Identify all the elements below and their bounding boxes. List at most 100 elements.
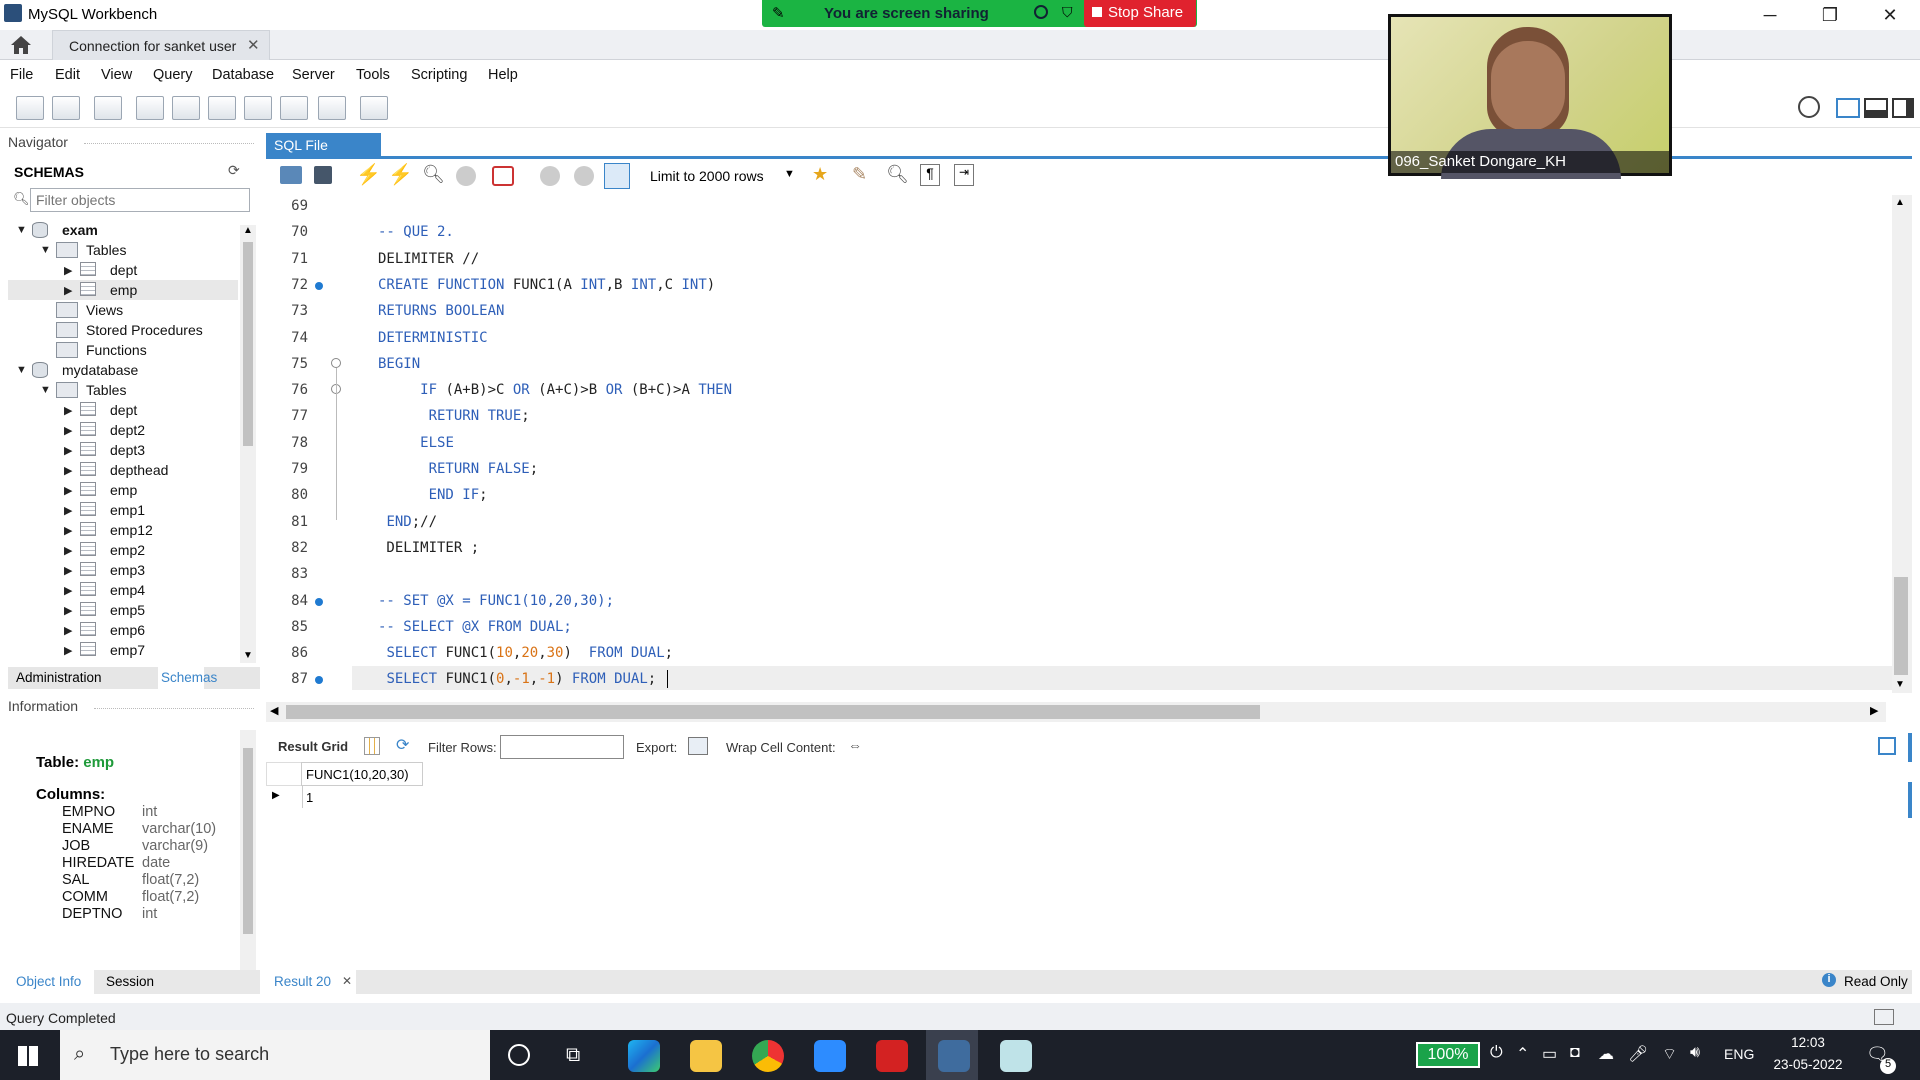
tree-item[interactable]: ▶ emp12 [8,520,238,540]
beautify-icon[interactable]: ✎ [852,164,867,185]
tree-item[interactable]: ▶ dept [8,400,238,420]
code-line[interactable]: END IF; [378,487,488,503]
close-icon[interactable]: ✕ [342,974,352,988]
statement-marker-icon[interactable] [315,597,323,606]
start-icon[interactable] [18,1046,38,1066]
scroll-up-icon[interactable]: ▲ [1895,197,1905,208]
close-button[interactable]: ✕ [1860,0,1920,30]
reconnect-icon[interactable] [360,96,388,120]
invisible-chars-icon[interactable]: ¶ [920,164,940,186]
tree-item[interactable]: ▶ dept2 [8,420,238,440]
camera-icon[interactable]: ◘ [1570,1044,1580,1062]
tree-item[interactable]: ▶ emp5 [8,600,238,620]
menu-server[interactable]: Server [292,67,335,83]
dropdown-arrow-icon[interactable]: ▼ [784,168,795,180]
restore-button[interactable]: ❐ [1800,0,1860,30]
result-cell[interactable]: 1 [302,788,423,808]
open-file-icon[interactable] [280,166,302,184]
code-line[interactable]: DETERMINISTIC [378,330,488,346]
expand-down-icon[interactable]: ▼ [16,224,27,236]
menu-help[interactable]: Help [488,67,518,83]
toggle-secondary-sidebar-icon[interactable] [1892,98,1914,118]
stop-query-icon[interactable] [456,166,476,186]
acrobat-icon[interactable] [876,1040,908,1072]
video-tile[interactable]: 096_Sanket Dongare_KH [1388,14,1672,179]
scroll-right-icon[interactable]: ▶ [1870,704,1878,717]
tree-item[interactable]: ▶ emp2 [8,540,238,560]
tree-item[interactable]: ▶ emp [8,480,238,500]
save-icon[interactable] [314,166,332,184]
wifi-icon[interactable]: ⌔ [1662,1044,1677,1064]
expand-right-icon[interactable]: ▶ [64,464,72,477]
tree-item[interactable]: Stored Procedures [8,320,238,340]
tree-item[interactable]: Views [8,300,238,320]
tree-item[interactable]: ▶ emp3 [8,560,238,580]
output-toggle-icon[interactable] [1874,1009,1894,1025]
edge-icon[interactable] [628,1040,660,1072]
menu-query[interactable]: Query [153,67,193,83]
grid-icon[interactable] [364,737,380,755]
task-view-icon[interactable]: ⧉ [566,1044,580,1067]
expand-down-icon[interactable]: ▼ [16,364,27,376]
editor-vertical-scrollbar[interactable]: ▲ ▼ [1892,195,1912,693]
refresh-icon[interactable]: ⟳ [228,162,240,179]
result-grid-label[interactable]: Result Grid [278,739,348,754]
create-view-icon[interactable] [208,96,236,120]
code-line[interactable]: BEGIN [378,356,420,372]
code-line[interactable]: ELSE [378,435,454,451]
inspector-icon[interactable] [94,96,122,120]
battery-percent[interactable]: 100% [1416,1042,1480,1068]
wrap-lines-icon[interactable]: ⇥ [954,164,974,186]
tab-sql-file[interactable]: SQL File 14*✕ [266,133,381,169]
menu-database[interactable]: Database [212,67,274,83]
navigator-scroll-thumb[interactable] [243,242,253,446]
code-line[interactable]: CREATE FUNCTION FUNC1(A INT,B INT,C INT) [378,277,715,293]
editor-scroll-thumb[interactable] [1894,577,1908,675]
code-line[interactable]: RETURN FALSE; [378,461,539,477]
rollback-icon[interactable] [574,166,594,186]
toggle-sidebar-icon[interactable] [1836,98,1860,118]
limit-rows-select[interactable]: Limit to 2000 rows [650,168,764,184]
volume-icon[interactable]: 🔊︎ [1690,1044,1700,1062]
explain-icon[interactable]: 🔍︎ [422,164,445,185]
wrap-cell-icon[interactable]: ⇔ [848,737,862,753]
editor-horizontal-scrollbar[interactable]: ◀ ▶ [266,702,1886,722]
tree-item[interactable]: ▼ Tables [8,240,238,260]
code-line[interactable]: -- SELECT @X FROM DUAL; [378,619,572,635]
tree-item[interactable]: ▼ Tables [8,380,238,400]
tab-schemas[interactable]: Schemas [161,670,217,685]
form-editor-icon[interactable] [1878,737,1896,755]
filter-objects-input[interactable] [30,188,250,212]
zoom-icon[interactable] [814,1040,846,1072]
toggle-error-icon[interactable] [492,166,514,186]
create-procedure-icon[interactable] [244,96,272,120]
export-icon[interactable] [688,737,708,755]
close-icon[interactable]: ✕ [247,36,260,54]
code-line[interactable]: -- QUE 2. [378,224,454,240]
code-line[interactable]: RETURNS BOOLEAN [378,303,504,319]
expand-right-icon[interactable]: ▶ [64,504,72,517]
minimize-button[interactable]: ─ [1740,0,1800,30]
expand-down-icon[interactable]: ▼ [40,384,51,396]
tree-item[interactable]: ▶ emp [8,280,238,300]
chrome-icon[interactable] [752,1040,784,1072]
create-function-icon[interactable] [280,96,308,120]
refresh-icon[interactable]: ⟳ [396,735,409,755]
expand-right-icon[interactable]: ▶ [64,284,72,297]
stop-share-button[interactable]: Stop Share [1084,0,1196,27]
code-line[interactable]: SELECT FUNC1(0,-1,-1) FROM DUAL; [378,671,656,687]
tab-session[interactable]: Session [106,974,154,989]
search-table-data-icon[interactable] [318,96,346,120]
tree-item[interactable]: ▶ depthead [8,460,238,480]
expand-right-icon[interactable]: ▶ [64,424,72,437]
tree-item[interactable]: ▼ exam [8,220,238,240]
expand-right-icon[interactable]: ▶ [64,544,72,557]
code-line[interactable]: IF (A+B)>C OR (A+C)>B OR (B+C)>A THEN [378,382,732,398]
code-line[interactable]: DELIMITER // [378,251,479,267]
menu-file[interactable]: File [10,67,33,83]
taskbar-search-input[interactable]: Type here to search [60,1030,490,1080]
cloud-icon[interactable]: ☁ [1598,1044,1614,1064]
create-schema-icon[interactable] [136,96,164,120]
new-sql-tab-icon[interactable] [16,96,44,120]
microphone-icon[interactable]: 🎤︎ [1628,1044,1648,1064]
